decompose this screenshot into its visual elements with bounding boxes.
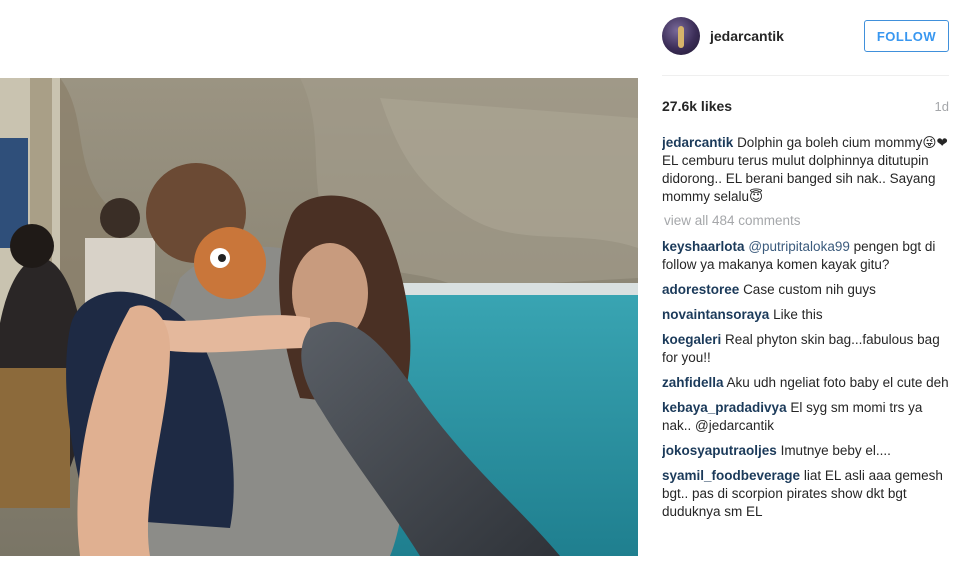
comment-author-link[interactable]: zahfidella [662,375,724,390]
comment-author-link[interactable]: jokosyaputraoljes [662,443,777,458]
comment-text: Aku udh ngeliat foto baby el cute deh [726,375,949,390]
comment-author-link[interactable]: adorestoree [662,282,739,297]
post-sidebar: jedarcantik FOLLOW 27.6k likes 1d jedarc… [662,0,949,570]
comment-item: syamil_foodbeverage liat EL asli aaa gem… [662,467,949,521]
comment-text: Case custom nih guys [743,282,876,297]
username-link[interactable]: jedarcantik [710,28,784,44]
comment-item: novaintansoraya Like this [662,306,949,324]
post-header: jedarcantik FOLLOW [662,17,949,57]
comments-list: jedarcantik Dolphin ga boleh cium mommy😜… [662,134,949,528]
post-time[interactable]: 1d [935,99,949,114]
post-photo[interactable] [0,78,638,556]
comment-mention-link[interactable]: @putripitaloka99 [748,239,850,254]
comment-text: Imutnye beby el.... [780,443,891,458]
follow-button[interactable]: FOLLOW [864,20,949,52]
likes-count[interactable]: 27.6k likes [662,98,732,114]
comment-item: koegaleri Real phyton skin bag...fabulou… [662,331,949,367]
comment-item: kebaya_pradadivya El syg sm momi trs ya … [662,399,949,435]
header-divider [662,75,949,76]
comment-author-link[interactable]: syamil_foodbeverage [662,468,800,483]
view-all-comments-link[interactable]: view all 484 comments [664,212,949,230]
comment-text: Like this [773,307,823,322]
comment-author-link[interactable]: kebaya_pradadivya [662,400,787,415]
comment-author-link[interactable]: koegaleri [662,332,721,347]
comment-item: jokosyaputraoljes Imutnye beby el.... [662,442,949,460]
comment-author-link[interactable]: keyshaarlota [662,239,745,254]
avatar-figure [678,26,684,48]
photo-image [0,78,638,556]
comment-item: zahfidella Aku udh ngeliat foto baby el … [662,374,949,392]
avatar[interactable] [662,17,700,55]
comment-item: keyshaarlota @putripitaloka99 pengen bgt… [662,238,949,274]
comment-author-link[interactable]: novaintansoraya [662,307,769,322]
caption: jedarcantik Dolphin ga boleh cium mommy😜… [662,134,949,206]
comment-item: adorestoree Case custom nih guys [662,281,949,299]
caption-author-link[interactable]: jedarcantik [662,135,733,150]
